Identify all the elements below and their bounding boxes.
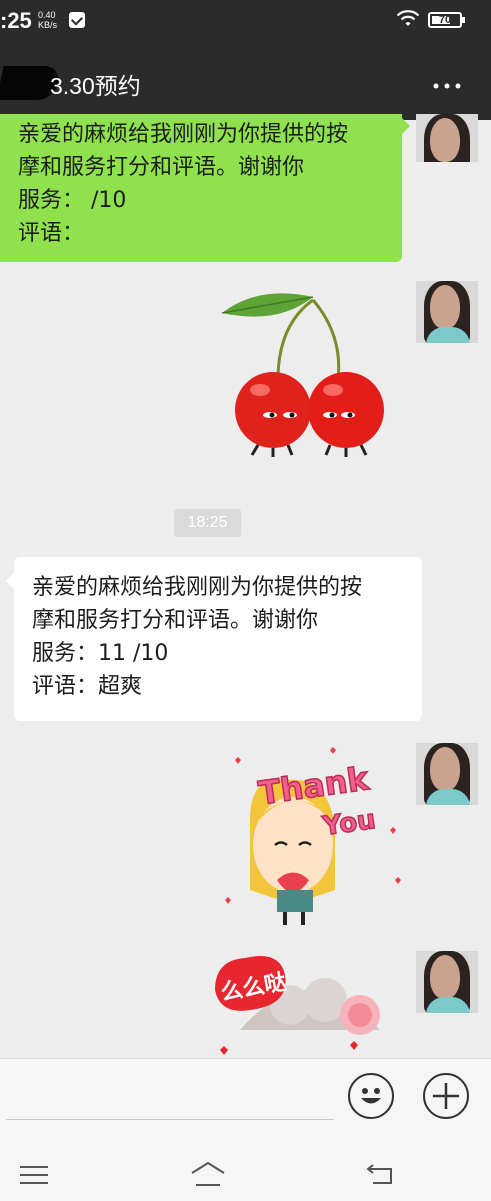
message-line: 亲爱的麻烦给我刚刚为你提供的按 (32, 575, 363, 600)
avatar[interactable] (416, 951, 478, 1013)
message-notification-icon (69, 12, 85, 28)
plus-icon[interactable] (423, 1073, 469, 1119)
net-speed-unit: KB/s (38, 20, 58, 30)
message-line: 服务： /10 (18, 188, 127, 213)
message-line: 摩和服务打分和评语。谢谢你 (18, 155, 305, 180)
you-text: You (320, 805, 377, 842)
menu-icon[interactable] (20, 1165, 48, 1185)
message-line: 评语：超爽 (32, 674, 143, 699)
battery-level: 70 (438, 14, 452, 26)
input-bar (0, 1058, 491, 1201)
message-bubble-other[interactable]: 亲爱的麻烦给我刚刚为你提供的按 摩和服务打分和评语。谢谢你 服务：11 /10 … (6, 557, 422, 721)
message-line: 亲爱的麻烦给我刚刚为你提供的按 (18, 122, 349, 147)
avatar[interactable] (416, 743, 478, 805)
kiss-sticker[interactable]: 么么哒 (210, 950, 390, 1058)
message-bubble-self[interactable]: 亲爱的麻烦给我刚刚为你提供的按 摩和服务打分和评语。谢谢你 服务： /10 评语… (0, 114, 410, 262)
thank-you-sticker[interactable]: Thank You (205, 740, 405, 930)
message-line: 评语： (18, 221, 85, 246)
more-dots-icon (433, 83, 461, 89)
net-speed: 0.40 KB/s (38, 10, 57, 30)
emoji-face-icon (361, 1088, 381, 1104)
home-icon[interactable] (190, 1161, 226, 1187)
status-bar: :25 0.40 KB/s 70 (0, 0, 491, 40)
message-input[interactable] (6, 1119, 334, 1120)
message-timestamp: 18:25 (174, 509, 241, 537)
chat-title: 3.30预约 (50, 73, 141, 99)
avatar[interactable] (416, 114, 478, 162)
plus-glyph-icon (433, 1083, 459, 1109)
more-icon[interactable] (432, 73, 464, 93)
top-bar: :25 0.40 KB/s 70 3.30预约 (0, 0, 491, 120)
battery-icon: 70 (428, 12, 465, 28)
emoji-icon[interactable] (348, 1073, 394, 1119)
message-line: 摩和服务打分和评语。谢谢你 (32, 608, 319, 633)
avatar[interactable] (416, 281, 478, 343)
net-speed-value: 0.40 (38, 10, 56, 20)
thank-text: Thank (256, 759, 371, 812)
message-line: 服务：11 /10 (32, 641, 169, 666)
back-nav-icon[interactable] (365, 1163, 395, 1187)
navigation-bar (0, 1149, 491, 1201)
status-time: :25 (0, 8, 32, 33)
wifi-icon (396, 10, 420, 26)
cherry-sticker[interactable] (218, 285, 393, 460)
